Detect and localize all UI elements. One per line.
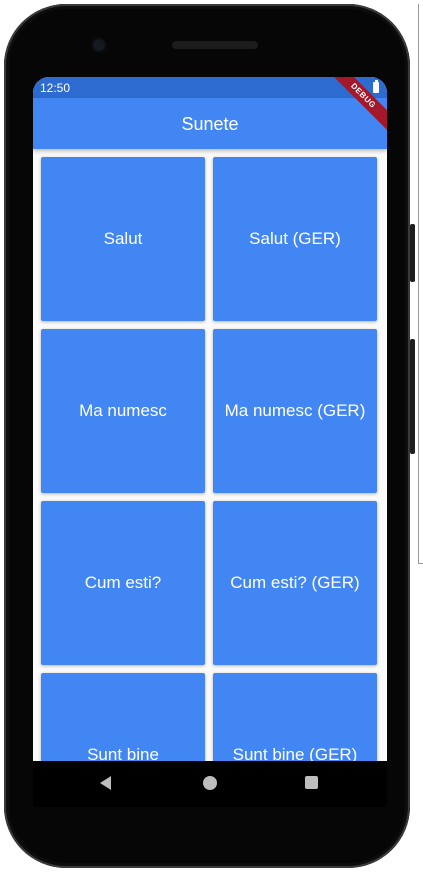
status-bar: 12:50	[33, 77, 387, 98]
volume-button	[410, 339, 415, 454]
recents-icon[interactable]	[305, 776, 318, 789]
tile-label: Sunt bine (GER)	[232, 745, 358, 761]
app-bar: Sunete	[33, 98, 387, 149]
sound-tile-sunt-bine[interactable]: Sunt bine	[41, 673, 205, 761]
power-button	[410, 224, 415, 282]
tile-label: Cum esti?	[84, 573, 162, 592]
app-screen: 12:50 Sunete DEBUG Salut Salut (GER) Ma …	[33, 77, 387, 761]
sound-tile-ma-numesc-ger[interactable]: Ma numesc (GER)	[213, 329, 377, 493]
sound-grid: Salut Salut (GER) Ma numesc Ma numesc (G…	[41, 157, 379, 761]
sound-tile-cum-esti[interactable]: Cum esti?	[41, 501, 205, 665]
sound-tile-salut-ger[interactable]: Salut (GER)	[213, 157, 377, 321]
app-title: Sunete	[181, 114, 239, 134]
tile-label: Ma numesc	[79, 401, 167, 420]
tile-label: Ma numesc (GER)	[224, 401, 366, 420]
sound-tile-ma-numesc[interactable]: Ma numesc	[41, 329, 205, 493]
sound-tile-sunt-bine-ger[interactable]: Sunt bine (GER)	[213, 673, 377, 761]
status-time: 12:50	[40, 81, 71, 95]
tile-label: Salut	[103, 229, 143, 248]
earpiece-speaker	[172, 41, 258, 49]
tile-label: Cum esti? (GER)	[230, 573, 360, 592]
front-camera	[93, 39, 105, 51]
sound-tile-cum-esti-ger[interactable]: Cum esti? (GER)	[213, 501, 377, 665]
back-icon[interactable]	[100, 776, 111, 790]
battery-icon	[373, 80, 379, 93]
sound-tile-salut[interactable]: Salut	[41, 157, 205, 321]
tile-label: Salut (GER)	[249, 229, 341, 248]
system-nav-bar	[33, 761, 387, 807]
home-icon[interactable]	[203, 776, 217, 790]
side-panel	[418, 4, 423, 564]
tile-label: Sunt bine	[87, 745, 159, 761]
